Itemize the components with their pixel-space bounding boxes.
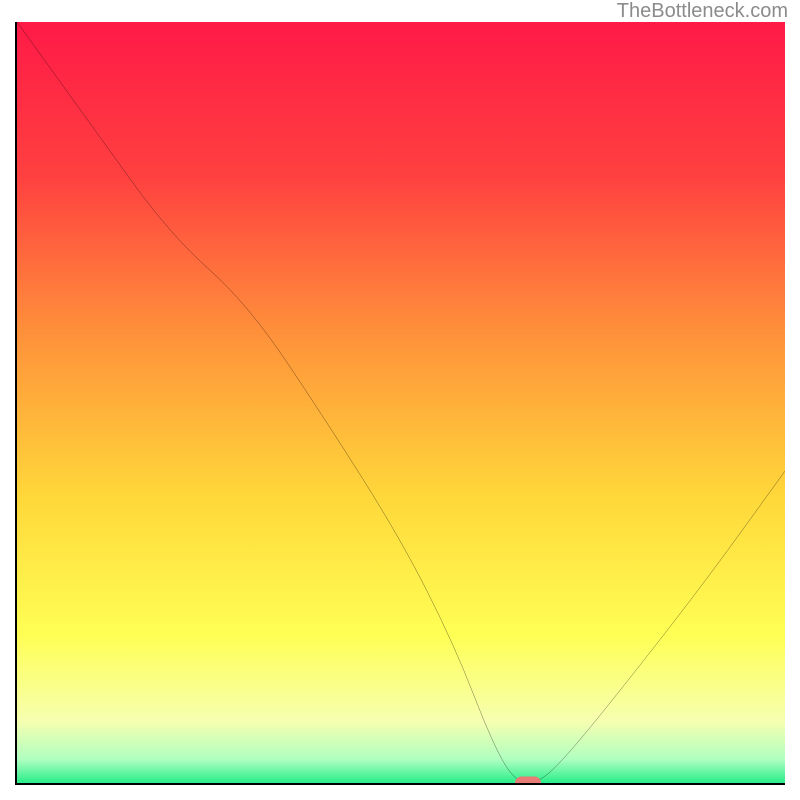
watermark-text: TheBottleneck.com [617,0,788,23]
bottleneck-curve [17,22,785,783]
optimal-point-marker [515,777,541,786]
chart-container: TheBottleneck.com [0,0,800,800]
plot-area [15,22,785,785]
